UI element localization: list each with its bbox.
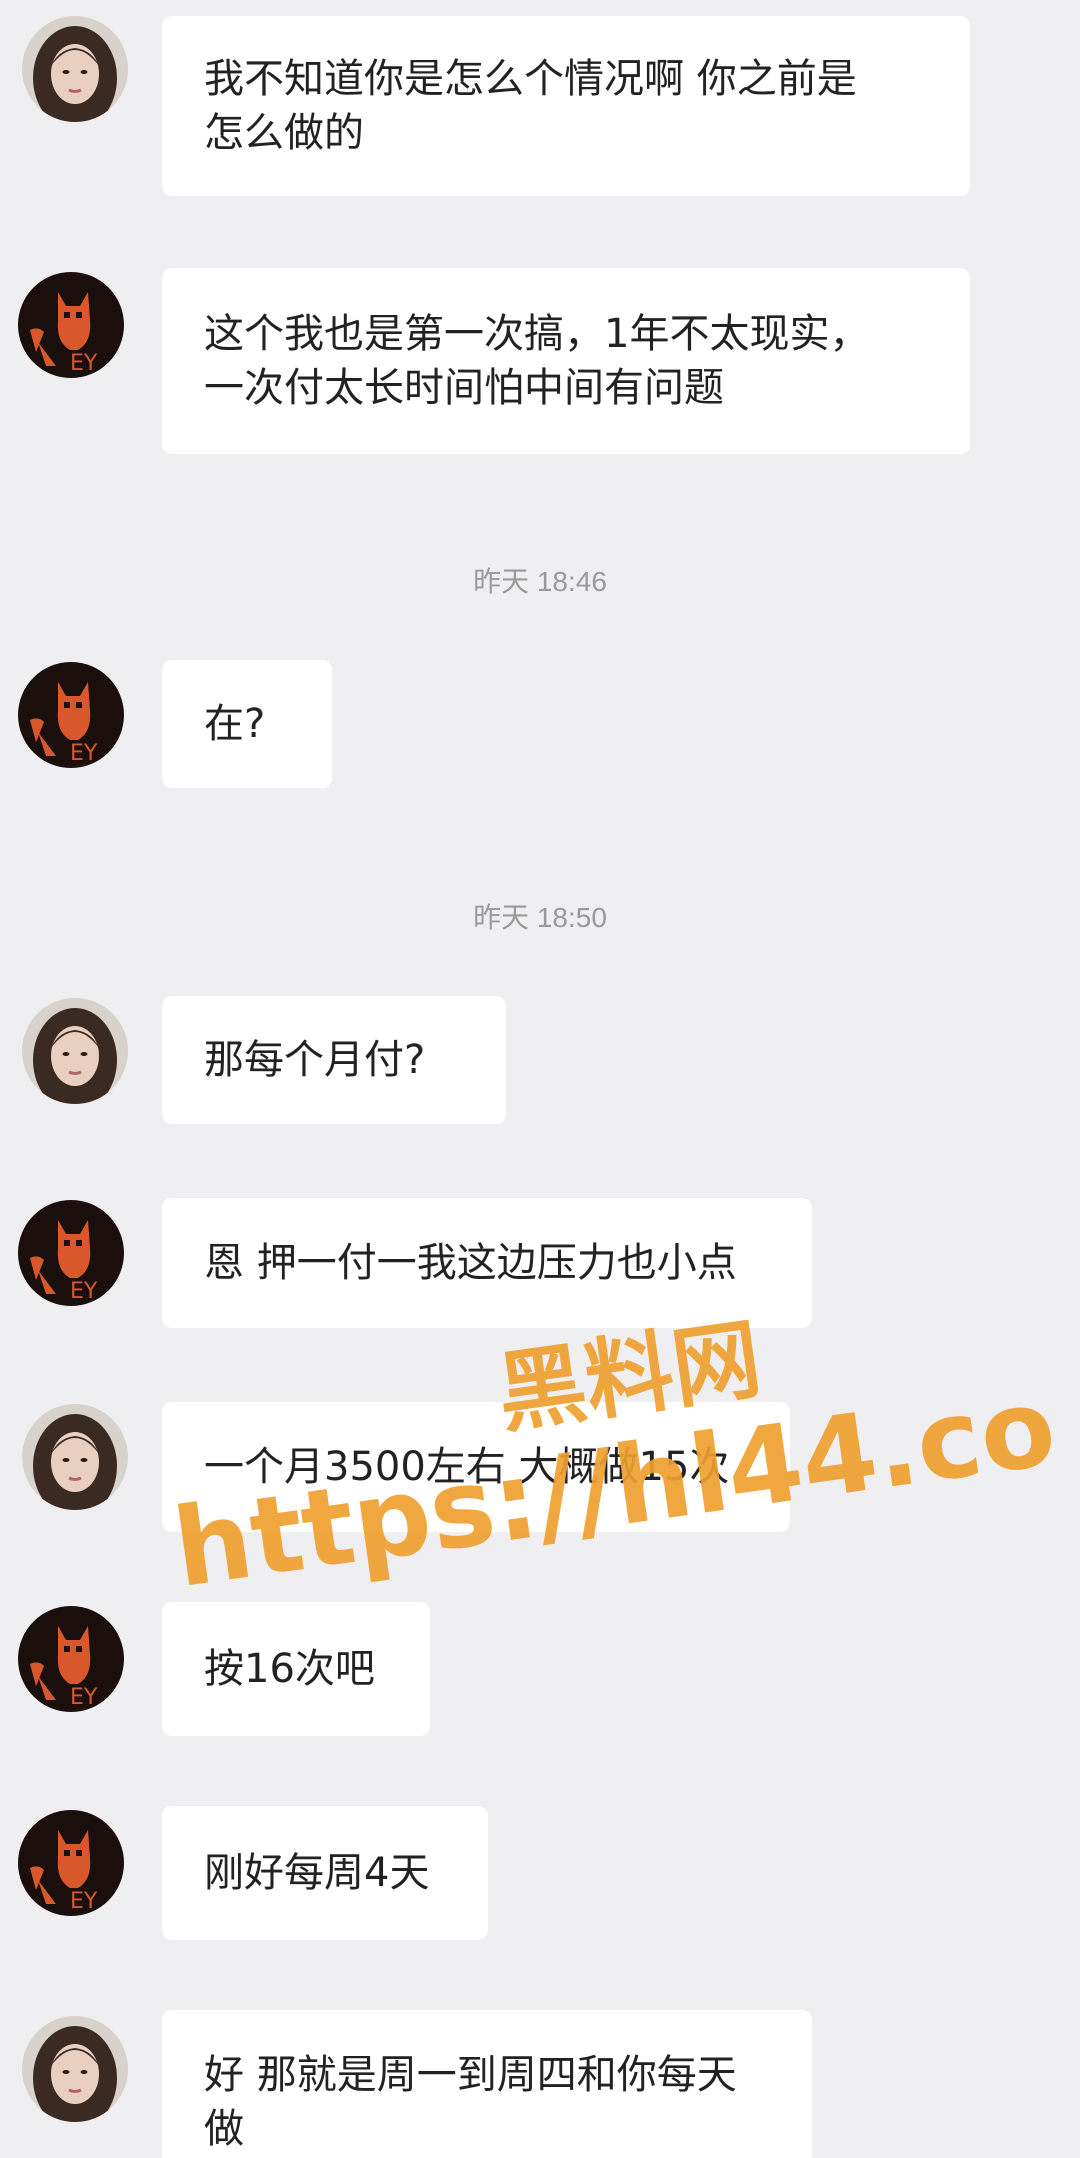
contact-avatar-cat[interactable]: EY	[18, 1606, 124, 1712]
message-text: 这个我也是第一次搞，1年不太现实， 一次付太长时间怕中间有问题	[204, 311, 870, 411]
svg-text:EY: EY	[70, 1685, 98, 1710]
message-text: 在?	[204, 701, 266, 747]
contact-avatar-woman[interactable]	[22, 16, 128, 122]
message-text: 好 那就是周一到周四和你每天 做	[204, 2052, 737, 2152]
svg-text:EY: EY	[70, 1279, 98, 1304]
contact-avatar-cat[interactable]: EY	[18, 1200, 124, 1306]
message-text: 我不知道你是怎么个情况啊 你之前是 怎么做的	[204, 56, 857, 156]
contact-avatar-woman[interactable]	[22, 998, 128, 1104]
message-bubble[interactable]: 恩 押一付一我这边压力也小点	[162, 1198, 812, 1328]
orange-cat-logo-icon: EY	[18, 662, 124, 768]
timestamp: 昨天 18:50	[473, 902, 607, 933]
woman-portrait-icon	[22, 16, 128, 122]
contact-avatar-woman[interactable]	[22, 1404, 128, 1510]
message-text: 一个月3500左右 大概做15次	[204, 1444, 730, 1490]
chat-conversation: 我不知道你是怎么个情况啊 你之前是 怎么做的 EY 这个我也是第一次搞，1年不太…	[0, 0, 1080, 2158]
svg-text:EY: EY	[70, 741, 98, 766]
message-text: 恩 押一付一我这边压力也小点	[204, 1240, 737, 1286]
svg-text:EY: EY	[70, 351, 98, 376]
message-text: 按16次吧	[204, 1646, 375, 1692]
message-bubble[interactable]: 我不知道你是怎么个情况啊 你之前是 怎么做的	[162, 16, 970, 196]
message-text: 那每个月付?	[204, 1037, 426, 1083]
message-bubble[interactable]: 按16次吧	[162, 1602, 430, 1736]
message-bubble[interactable]: 好 那就是周一到周四和你每天 做	[162, 2010, 812, 2158]
message-bubble[interactable]: 刚好每周4天	[162, 1806, 488, 1940]
contact-avatar-cat[interactable]: EY	[18, 1810, 124, 1916]
contact-avatar-cat[interactable]: EY	[18, 272, 124, 378]
orange-cat-logo-icon: EY	[18, 1810, 124, 1916]
woman-portrait-icon	[22, 2016, 128, 2122]
orange-cat-logo-icon: EY	[18, 272, 124, 378]
message-bubble[interactable]: 在?	[162, 660, 332, 788]
timestamp: 昨天 18:46	[473, 566, 607, 597]
message-text: 刚好每周4天	[204, 1850, 430, 1896]
contact-avatar-woman[interactable]	[22, 2016, 128, 2122]
message-bubble[interactable]: 一个月3500左右 大概做15次	[162, 1402, 790, 1532]
contact-avatar-cat[interactable]: EY	[18, 662, 124, 768]
orange-cat-logo-icon: EY	[18, 1606, 124, 1712]
svg-text:EY: EY	[70, 1889, 98, 1914]
message-bubble[interactable]: 那每个月付?	[162, 996, 506, 1124]
orange-cat-logo-icon: EY	[18, 1200, 124, 1306]
woman-portrait-icon	[22, 998, 128, 1104]
woman-portrait-icon	[22, 1404, 128, 1510]
message-bubble[interactable]: 这个我也是第一次搞，1年不太现实， 一次付太长时间怕中间有问题	[162, 268, 970, 454]
